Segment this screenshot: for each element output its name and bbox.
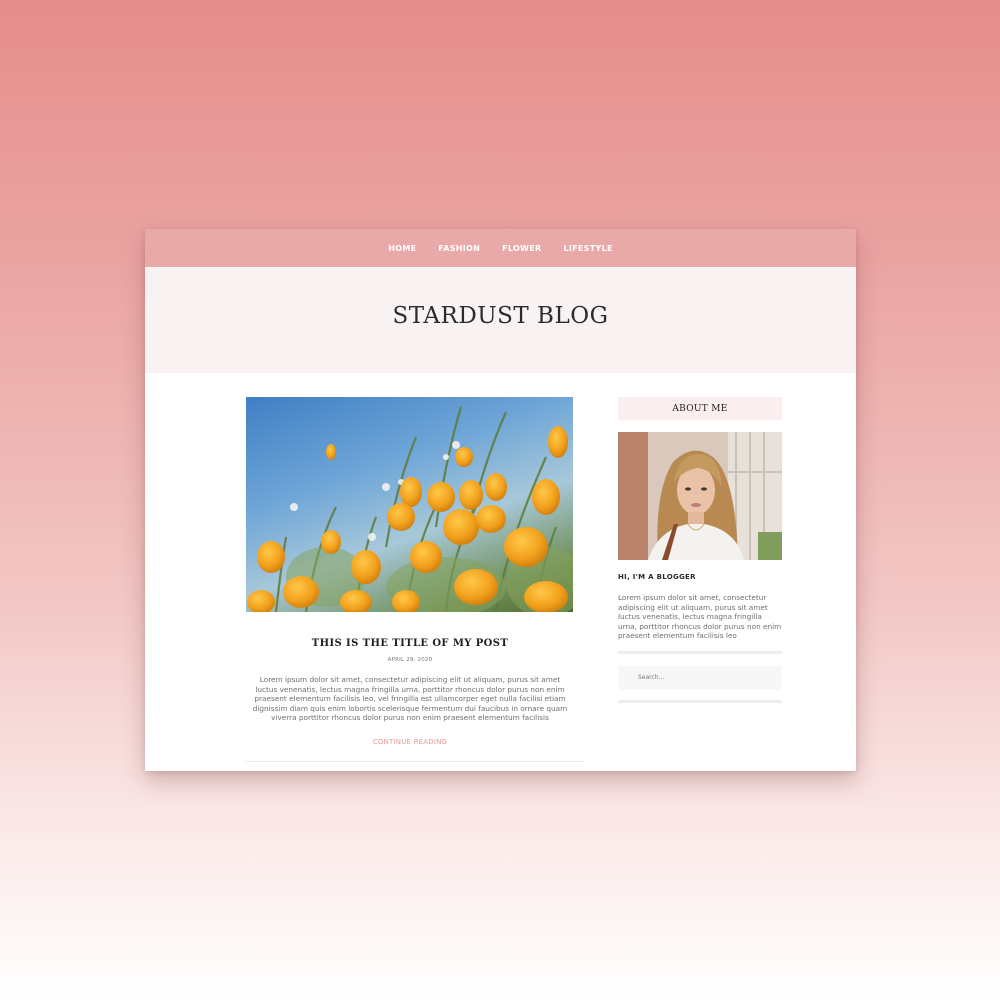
nav-item-fashion[interactable]: FASHION xyxy=(438,244,480,253)
blogger-portrait-icon xyxy=(618,432,782,560)
post-featured-image[interactable] xyxy=(246,397,573,612)
nav-item-home[interactable]: HOME xyxy=(388,244,416,253)
sidebar-divider xyxy=(618,650,782,654)
about-me-text: Lorem ipsum dolor sit amet, consectetur … xyxy=(618,593,782,640)
blog-header: STARDUST BLOG xyxy=(145,267,856,373)
continue-reading-link[interactable]: CONTINUE READING xyxy=(246,738,574,746)
about-me-subtitle: HI, I'M A BLOGGER xyxy=(618,573,696,581)
site-title[interactable]: STARDUST BLOG xyxy=(393,303,609,329)
sidebar: ABOUT ME HI, I'M A BLOGGER Lorem ipsum d… xyxy=(618,397,782,703)
nav-item-flower[interactable]: FLOWER xyxy=(502,244,541,253)
search-box xyxy=(618,665,782,690)
post-excerpt: Lorem ipsum dolor sit amet, consectetur … xyxy=(252,675,568,722)
top-navigation: HOME FASHION FLOWER LIFESTYLE xyxy=(145,229,856,267)
search-input[interactable] xyxy=(618,673,780,682)
poppy-flowers-icon xyxy=(247,406,573,612)
nav-item-lifestyle[interactable]: LIFESTYLE xyxy=(563,244,612,253)
browser-window: HOME FASHION FLOWER LIFESTYLE STARDUST B… xyxy=(145,229,856,771)
post-title[interactable]: THIS IS THE TITLE OF MY POST xyxy=(246,638,574,649)
blog-post: THIS IS THE TITLE OF MY POST APRIL 29, 2… xyxy=(246,397,574,746)
post-date: APRIL 29, 2020 xyxy=(387,657,433,664)
sidebar-divider-bottom xyxy=(618,699,782,703)
post-divider xyxy=(246,761,584,762)
about-me-heading: ABOUT ME xyxy=(618,397,782,420)
about-me-photo xyxy=(618,432,782,560)
